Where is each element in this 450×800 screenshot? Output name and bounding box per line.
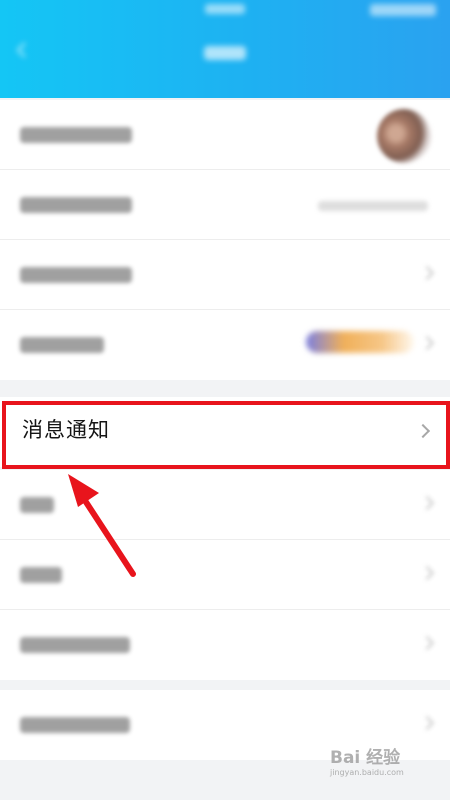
- row-label-blurred: [20, 717, 130, 733]
- avatar[interactable]: [377, 109, 431, 163]
- chevron-right-icon: [419, 715, 435, 731]
- highlight-box: [2, 401, 450, 469]
- chevron-right-icon: [419, 265, 435, 281]
- row-label-blurred: [20, 497, 54, 513]
- row-label-blurred: [20, 567, 62, 583]
- page-title: [204, 46, 246, 60]
- settings-row-6[interactable]: [0, 470, 450, 540]
- status-icons: [370, 4, 436, 16]
- watermark-brand: Bai 经验: [330, 748, 401, 768]
- badge-blurred: [306, 331, 414, 353]
- settings-row-8[interactable]: [0, 610, 450, 680]
- row-label-blurred: [20, 197, 132, 213]
- chevron-right-icon: [419, 635, 435, 651]
- app-header: [0, 0, 450, 98]
- row-label-blurred: [20, 127, 132, 143]
- settings-row-3[interactable]: [0, 240, 450, 310]
- row-label-blurred: [20, 267, 132, 283]
- row-value-blurred: [318, 201, 428, 211]
- chevron-right-icon: [419, 335, 435, 351]
- chevron-right-icon: [419, 565, 435, 581]
- settings-group-2: [0, 470, 450, 680]
- status-bar: [0, 0, 450, 24]
- settings-row-7[interactable]: [0, 540, 450, 610]
- row-label-blurred: [20, 637, 130, 653]
- back-arrow-icon[interactable]: [14, 42, 30, 58]
- watermark-url: jingyan.baidu.com: [330, 768, 404, 777]
- row-label-blurred: [20, 337, 104, 353]
- status-time: [205, 4, 245, 14]
- watermark: Bai 经验 jingyan.baidu.com: [330, 748, 440, 788]
- chevron-right-icon: [419, 495, 435, 511]
